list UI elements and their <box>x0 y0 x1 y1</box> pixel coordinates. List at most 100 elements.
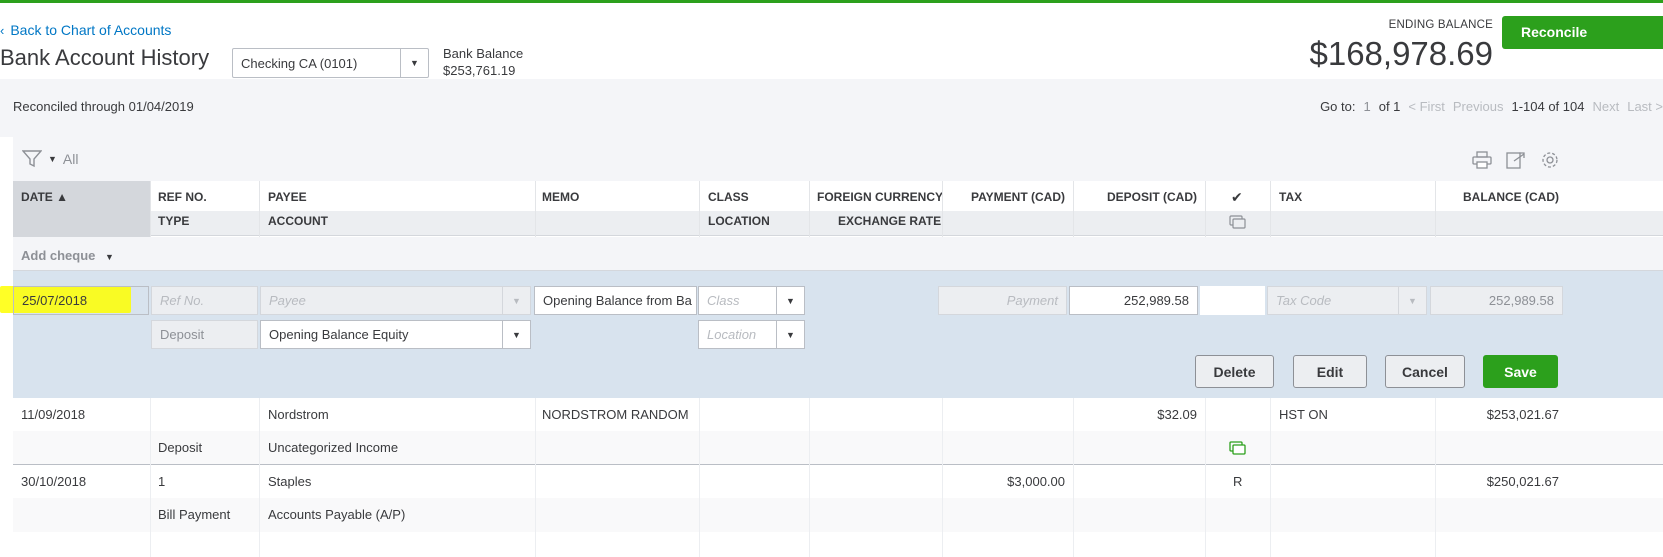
ending-balance-value: $168,978.69 <box>1309 35 1493 72</box>
bank-balance-label: Bank Balance <box>443 46 524 61</box>
table-actions <box>1472 150 1560 170</box>
save-button[interactable]: Save <box>1483 355 1558 388</box>
row-date: 11/09/2018 <box>21 407 86 422</box>
col-divider <box>699 398 700 557</box>
row-balance: $253,021.67 <box>1486 407 1559 422</box>
col-divider <box>535 398 536 557</box>
gear-icon[interactable] <box>1540 150 1560 170</box>
col-foreign-currency[interactable]: FOREIGN CURRENCY <box>817 190 943 204</box>
row-type: Deposit <box>158 440 203 455</box>
location-select[interactable]: Location ▼ <box>698 320 805 349</box>
col-date[interactable]: DATE ▲ <box>21 190 68 204</box>
col-tax[interactable]: TAX <box>1279 190 1302 204</box>
col-divider <box>1205 181 1206 237</box>
col-payee[interactable]: PAYEE <box>268 190 307 204</box>
row-account: Accounts Payable (A/P) <box>268 507 406 522</box>
col-deposit[interactable]: DEPOSIT (CAD) <box>1075 190 1197 204</box>
tax-code-select[interactable]: Tax Code ▼ <box>1267 286 1427 315</box>
page-title: Bank Account History <box>0 45 210 70</box>
back-to-chart-of-accounts-link[interactable]: ‹ Back to Chart of Accounts <box>0 22 171 38</box>
col-divider <box>259 181 260 237</box>
col-type[interactable]: TYPE <box>158 214 189 228</box>
reconciled-through-text: Reconciled through 01/04/2019 <box>13 99 194 114</box>
pagination: Go to: 1 of 1 < First Previous 1-104 of … <box>1312 99 1663 114</box>
add-cheque-dropdown[interactable]: Add cheque ▼ <box>21 248 114 263</box>
col-memo[interactable]: MEMO <box>542 190 579 204</box>
back-link-label: Back to Chart of Accounts <box>10 22 172 38</box>
col-payment[interactable]: PAYMENT (CAD) <box>943 190 1065 204</box>
date-input[interactable]: 25/07/2018 <box>13 286 149 315</box>
table-toolbar: ▼ All <box>13 137 1663 181</box>
col-location[interactable]: LOCATION <box>708 214 770 228</box>
attachment-header-icon <box>1229 215 1247 232</box>
row-ref-no: 1 <box>158 474 166 489</box>
memo-input[interactable]: Opening Balance from Ba <box>534 286 697 315</box>
export-icon[interactable] <box>1506 150 1526 170</box>
col-exchange-rate[interactable]: EXCHANGE RATE <box>838 214 941 228</box>
first-page-link[interactable]: < First <box>1408 99 1444 114</box>
record-range: 1-104 of 104 <box>1511 99 1585 114</box>
caret-down-icon: ▼ <box>48 154 57 164</box>
col-divider <box>1073 181 1074 237</box>
chevron-down-icon[interactable]: ▼ <box>502 287 530 314</box>
add-transaction-bar: Add cheque ▼ <box>13 237 1663 271</box>
col-divider <box>259 398 260 557</box>
balance-display: 252,989.58 <box>1430 286 1563 315</box>
caret-down-icon: ▼ <box>105 252 114 262</box>
row-status[interactable]: R <box>1233 474 1242 489</box>
table-row[interactable]: 30/10/2018 1 Staples $3,000.00 R $250,02… <box>13 465 1663 557</box>
next-page-link[interactable]: Next <box>1592 99 1619 114</box>
col-divider <box>809 398 810 557</box>
table-row[interactable]: 11/09/2018 Nordstrom NORDSTROM RANDOM $3… <box>13 398 1663 465</box>
delete-button[interactable]: Delete <box>1195 355 1274 388</box>
col-account[interactable]: ACCOUNT <box>268 214 328 228</box>
col-divider <box>809 181 810 237</box>
row-memo: NORDSTROM RANDOM <box>542 407 689 422</box>
col-class[interactable]: CLASS <box>708 190 749 204</box>
col-balance[interactable]: BALANCE (CAD) <box>1443 190 1559 204</box>
payee-select[interactable]: Payee ▼ <box>260 286 531 315</box>
print-icon[interactable] <box>1472 150 1492 170</box>
bank-balance-value: $253,761.19 <box>443 63 516 78</box>
ref-no-input[interactable]: Ref No. <box>151 286 258 315</box>
edit-button[interactable]: Edit <box>1293 355 1367 388</box>
row-payment: $3,000.00 <box>1007 474 1065 489</box>
chevron-down-icon[interactable]: ▼ <box>400 49 428 77</box>
row-account: Uncategorized Income <box>268 440 399 455</box>
account-select-value: Checking CA (0101) <box>241 55 358 71</box>
col-divider <box>1435 398 1436 557</box>
editing-transaction-row: 25/07/2018 Ref No. Payee ▼ Opening Balan… <box>0 271 1663 398</box>
row-tax: HST ON <box>1279 407 1328 422</box>
col-divider <box>150 398 151 557</box>
row-second-line <box>13 498 1663 532</box>
row-type: Bill Payment <box>158 507 231 522</box>
last-page-link[interactable]: Last > <box>1627 99 1663 114</box>
attachment-icon[interactable] <box>1229 441 1247 458</box>
bank-balance: Bank Balance $253,761.19 <box>443 45 523 79</box>
type-display: Deposit <box>151 320 258 349</box>
account-select[interactable]: Opening Balance Equity ▼ <box>260 320 531 349</box>
chevron-down-icon[interactable]: ▼ <box>1398 287 1426 314</box>
cleared-status-cell[interactable] <box>1200 286 1265 315</box>
class-select[interactable]: Class ▼ <box>698 286 805 315</box>
col-ref-no[interactable]: REF NO. <box>158 190 207 204</box>
account-select[interactable]: Checking CA (0101) ▼ <box>232 48 429 78</box>
row-date: 30/10/2018 <box>21 474 87 489</box>
cancel-button[interactable]: Cancel <box>1385 355 1465 388</box>
row-deposit: $32.09 <box>1157 407 1197 422</box>
payee-placeholder: Payee <box>269 293 306 308</box>
row-second-line <box>13 431 1663 465</box>
chevron-down-icon[interactable]: ▼ <box>776 321 804 348</box>
row-payee: Staples <box>268 474 312 489</box>
col-divider <box>1270 181 1271 237</box>
filter-button[interactable]: ▼ All <box>22 150 78 168</box>
previous-page-link[interactable]: Previous <box>1453 99 1504 114</box>
chevron-down-icon[interactable]: ▼ <box>502 321 530 348</box>
chevron-down-icon[interactable]: ▼ <box>776 287 804 314</box>
deposit-input[interactable]: 252,989.58 <box>1069 286 1198 315</box>
page-number-input[interactable]: 1 <box>1363 99 1370 114</box>
filter-label: All <box>62 151 79 167</box>
col-divider <box>1435 181 1436 237</box>
reconcile-button[interactable]: Reconcile <box>1502 16 1663 49</box>
payment-input[interactable]: Payment <box>938 286 1067 315</box>
